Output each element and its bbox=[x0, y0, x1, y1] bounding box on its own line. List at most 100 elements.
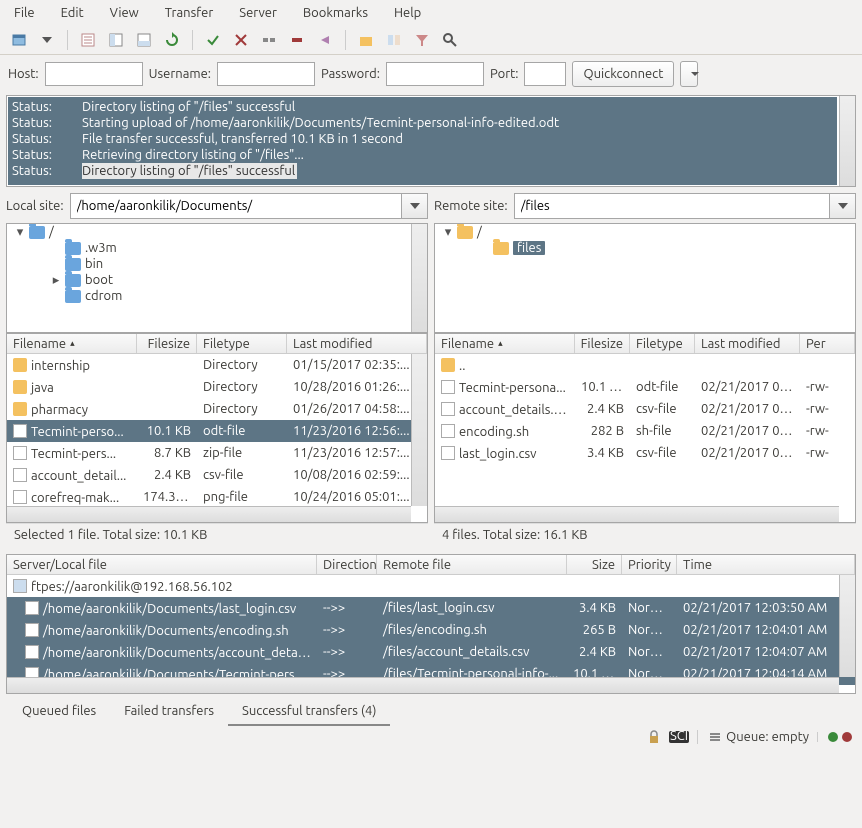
file-row-r[interactable]: encoding.sh 282 B sh-file 02/21/2017 03.… bbox=[435, 420, 855, 442]
remote-path-input[interactable] bbox=[515, 194, 829, 218]
qcol-file[interactable]: Server/Local file bbox=[7, 555, 317, 574]
file-row[interactable]: Tecmint-pers... 8.7 KB zip-file 11/23/20… bbox=[7, 442, 427, 464]
filter-icon[interactable] bbox=[411, 29, 433, 51]
dropdown-icon[interactable] bbox=[36, 29, 58, 51]
file-row-r[interactable]: last_login.csv 3.4 KB csv-file 02/21/201… bbox=[435, 442, 855, 464]
username-input[interactable] bbox=[217, 62, 315, 86]
toolbar bbox=[0, 26, 862, 55]
tree-item-r[interactable]: files bbox=[435, 240, 855, 256]
toggle-log-icon[interactable] bbox=[77, 29, 99, 51]
process-icon[interactable] bbox=[202, 29, 224, 51]
local-path-combo[interactable] bbox=[70, 193, 428, 219]
tree-item[interactable]: .w3m bbox=[7, 240, 427, 256]
file-row-r[interactable]: account_details.c... 2.4 KB csv-file 02/… bbox=[435, 398, 855, 420]
tree-root[interactable]: ▾ / bbox=[7, 224, 427, 240]
queue-row[interactable]: /home/aaronkilik/Documents/encoding.sh -… bbox=[7, 619, 855, 641]
col-filesize[interactable]: Filesize bbox=[137, 334, 197, 353]
local-path-input[interactable] bbox=[71, 194, 401, 218]
col-permissions-r[interactable]: Per bbox=[800, 334, 855, 353]
log-scrollbar[interactable] bbox=[839, 96, 855, 186]
new-folder-icon[interactable] bbox=[355, 29, 377, 51]
col-modified[interactable]: Last modified bbox=[287, 334, 427, 353]
col-modified-r[interactable]: Last modified bbox=[695, 334, 800, 353]
menu-view[interactable]: View bbox=[106, 4, 143, 22]
qcol-remote[interactable]: Remote file bbox=[377, 555, 567, 574]
remote-file-list[interactable]: Filename▴ Filesize Filetype Last modifie… bbox=[434, 333, 856, 523]
col-filesize-r[interactable]: Filesize bbox=[575, 334, 630, 353]
port-label: Port: bbox=[490, 67, 518, 81]
qcol-priority[interactable]: Priority bbox=[622, 555, 677, 574]
transfer-queue[interactable]: Server/Local file Direction Remote file … bbox=[6, 554, 856, 694]
site-manager-icon[interactable] bbox=[8, 29, 30, 51]
queue-icon bbox=[708, 730, 722, 744]
refresh-icon[interactable] bbox=[161, 29, 183, 51]
local-list-scrollbar-v[interactable] bbox=[411, 354, 427, 506]
queue-scrollbar-h[interactable] bbox=[7, 677, 839, 693]
toggle-tree-icon[interactable] bbox=[105, 29, 127, 51]
queue-scrollbar-v[interactable] bbox=[839, 575, 855, 677]
local-tree-scrollbar[interactable] bbox=[411, 224, 427, 332]
reconnect-icon[interactable] bbox=[286, 29, 308, 51]
file-row-r[interactable]: .. bbox=[435, 354, 855, 376]
search-icon[interactable] bbox=[439, 29, 461, 51]
quickconnect-history-button[interactable] bbox=[680, 61, 698, 87]
password-input[interactable] bbox=[386, 62, 484, 86]
local-list-scrollbar-h[interactable] bbox=[7, 506, 411, 522]
username-label: Username: bbox=[149, 67, 211, 81]
file-row[interactable]: account_detail... 2.4 KB csv-file 10/08/… bbox=[7, 464, 427, 486]
queue-server-row[interactable]: ftpes://aaronkilik@192.168.56.102 bbox=[7, 575, 855, 597]
qcol-size[interactable]: Size bbox=[567, 555, 622, 574]
tree-root-r[interactable]: ▾ / bbox=[435, 224, 855, 240]
remote-tree[interactable]: ▾ / files bbox=[434, 223, 856, 333]
tab-failed[interactable]: Failed transfers bbox=[110, 698, 228, 726]
encryption-icon: SCI bbox=[669, 731, 689, 743]
disconnect-icon[interactable] bbox=[258, 29, 280, 51]
led-activity-2 bbox=[842, 732, 852, 742]
compare-icon[interactable] bbox=[383, 29, 405, 51]
tab-successful[interactable]: Successful transfers (4) bbox=[228, 698, 390, 726]
menu-bookmarks[interactable]: Bookmarks bbox=[299, 4, 372, 22]
col-filename-r[interactable]: Filename▴ bbox=[435, 334, 575, 353]
qcol-time[interactable]: Time bbox=[677, 555, 855, 574]
queue-tabs: Queued files Failed transfers Successful… bbox=[0, 698, 862, 726]
file-row[interactable]: internship Directory 01/15/2017 02:35:..… bbox=[7, 354, 427, 376]
toggle-queue-icon[interactable] bbox=[133, 29, 155, 51]
svg-text:SCI: SCI bbox=[670, 731, 688, 743]
remote-path-dropdown[interactable] bbox=[829, 194, 855, 218]
stop-icon[interactable] bbox=[314, 29, 336, 51]
host-label: Host: bbox=[8, 67, 39, 81]
password-label: Password: bbox=[321, 67, 380, 81]
file-row[interactable]: Tecmint-perso... 10.1 KB odt-file 11/23/… bbox=[7, 420, 427, 442]
file-row[interactable]: pharmacy Directory 01/26/2017 04:58:... bbox=[7, 398, 427, 420]
local-file-list[interactable]: Filename▴ Filesize Filetype Last modifie… bbox=[6, 333, 428, 523]
remote-path-combo[interactable] bbox=[514, 193, 856, 219]
col-filetype-r[interactable]: Filetype bbox=[630, 334, 695, 353]
menu-file[interactable]: File bbox=[10, 4, 39, 22]
tree-item[interactable]: ▸ boot bbox=[7, 272, 427, 288]
remote-list-scrollbar-h[interactable] bbox=[435, 506, 839, 522]
cancel-icon[interactable] bbox=[230, 29, 252, 51]
tree-item[interactable]: cdrom bbox=[7, 288, 427, 304]
col-filetype[interactable]: Filetype bbox=[197, 334, 287, 353]
local-status: Selected 1 file. Total size: 10.1 KB bbox=[6, 523, 428, 546]
menu-edit[interactable]: Edit bbox=[57, 4, 88, 22]
tree-item[interactable]: bin bbox=[7, 256, 427, 272]
menu-server[interactable]: Server bbox=[235, 4, 281, 22]
message-log: Status:Directory listing of "/files" suc… bbox=[6, 95, 856, 187]
host-input[interactable] bbox=[45, 62, 143, 86]
file-row-r[interactable]: Tecmint-persona... 10.1 KB odt-file 02/2… bbox=[435, 376, 855, 398]
local-path-dropdown[interactable] bbox=[401, 194, 427, 218]
file-row[interactable]: corefreq-mak... 174.3 KB png-file 10/24/… bbox=[7, 486, 427, 508]
quickconnect-button[interactable]: Quickconnect bbox=[572, 61, 674, 87]
file-row[interactable]: java Directory 10/28/2016 01:26:... bbox=[7, 376, 427, 398]
menu-help[interactable]: Help bbox=[390, 4, 425, 22]
queue-row[interactable]: /home/aaronkilik/Documents/last_login.cs… bbox=[7, 597, 855, 619]
menu-transfer[interactable]: Transfer bbox=[161, 4, 218, 22]
local-tree[interactable]: ▾ / .w3m bin▸ boot cdrom bbox=[6, 223, 428, 333]
tab-queued[interactable]: Queued files bbox=[8, 698, 110, 726]
local-site-label: Local site: bbox=[6, 199, 64, 213]
port-input[interactable] bbox=[524, 62, 566, 86]
queue-row[interactable]: /home/aaronkilik/Documents/account_detai… bbox=[7, 641, 855, 663]
qcol-direction[interactable]: Direction bbox=[317, 555, 377, 574]
col-filename[interactable]: Filename▴ bbox=[7, 334, 137, 353]
